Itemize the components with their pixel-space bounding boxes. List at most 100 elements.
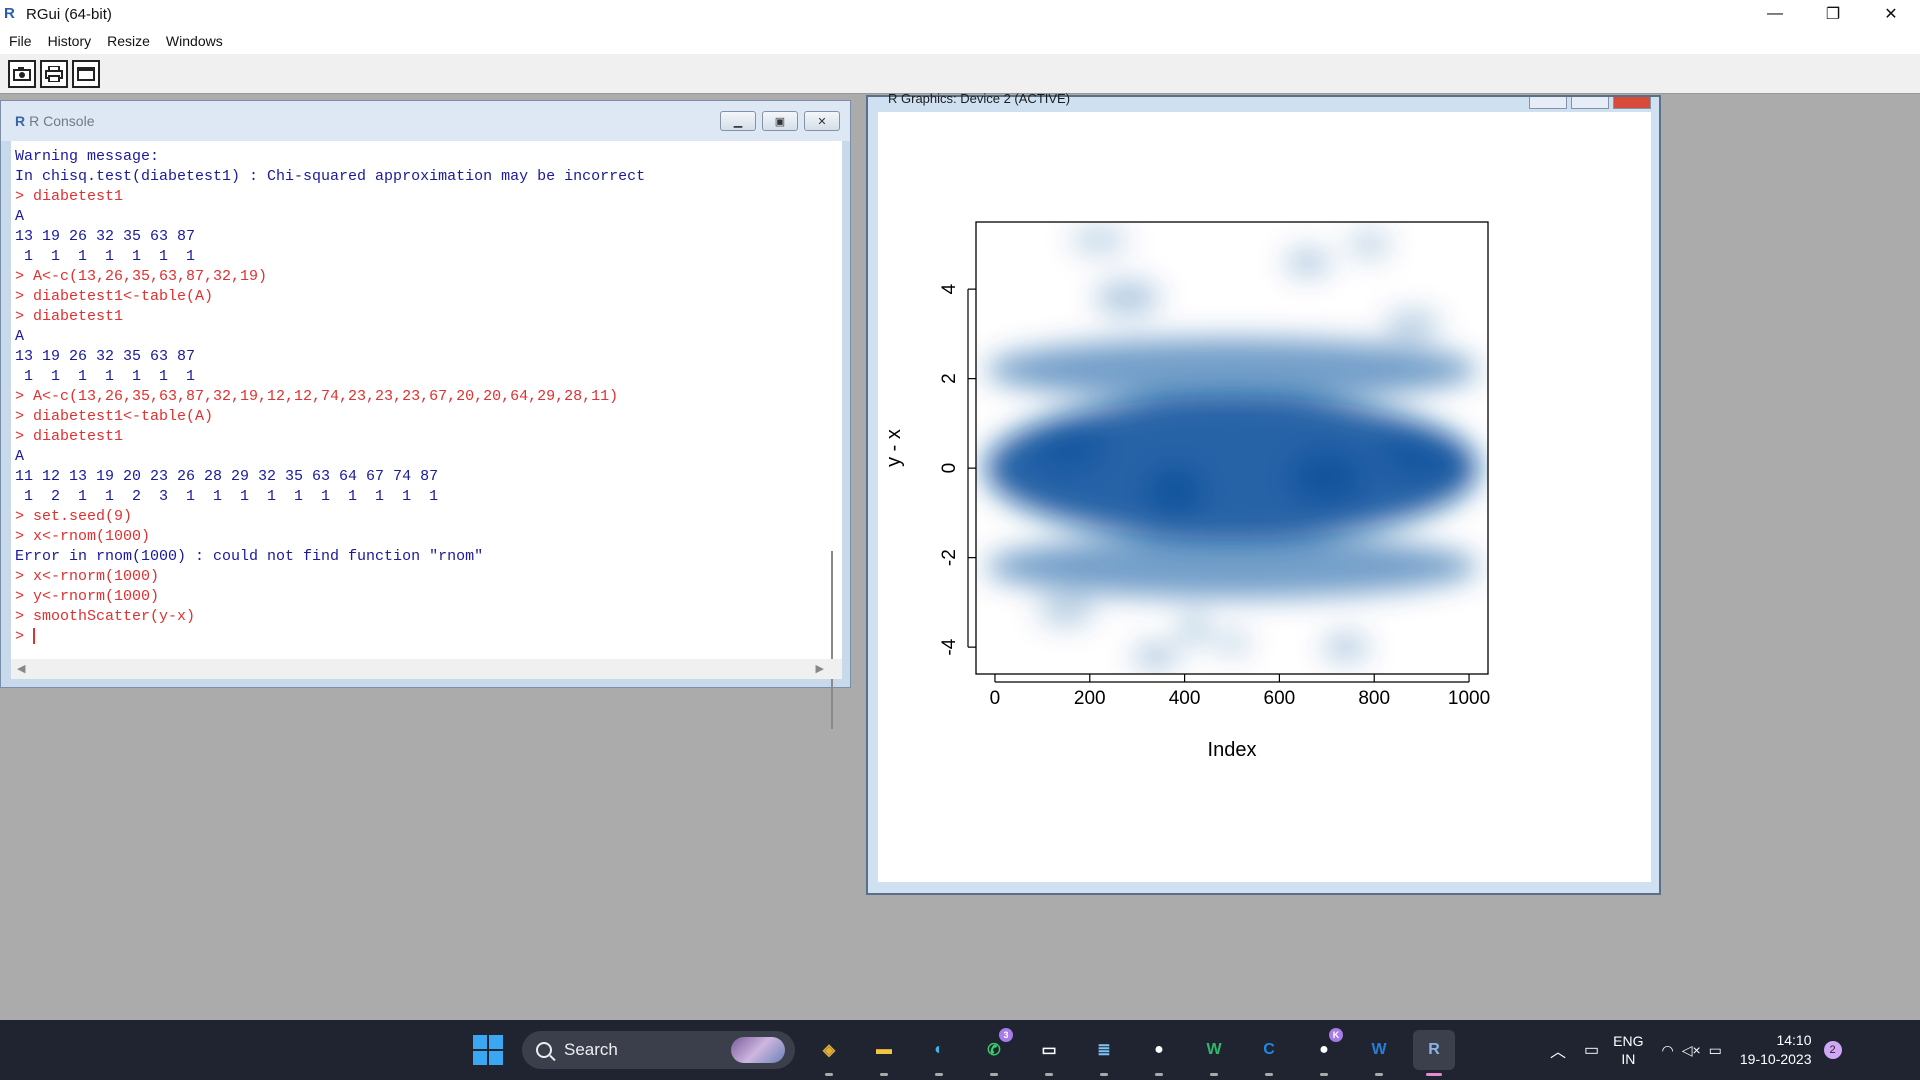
search-label: Search — [564, 1040, 618, 1059]
gallery-app-icon: ◈ — [822, 1042, 836, 1059]
menu-resize[interactable]: Resize — [107, 33, 150, 49]
r-graphics-window[interactable]: R Graphics: Device 2 (ACTIVE) 0 200 400 600… — [866, 91, 1661, 895]
taskbar-app-github-desktop[interactable]: ● K — [1303, 1028, 1345, 1076]
density-blob — [1213, 631, 1251, 654]
search-icon — [536, 1042, 552, 1058]
y-tick-label: -4 — [939, 638, 960, 655]
text-cursor — [33, 628, 36, 645]
display-icon[interactable]: ▭ — [1584, 1040, 1599, 1060]
taskbar-app-rgui[interactable]: R — [1413, 1030, 1455, 1076]
github-desktop-icon: ● — [1319, 1041, 1329, 1058]
console-command-line: > x<-rnorm(1000) — [15, 568, 160, 585]
running-indicator — [1100, 1073, 1108, 1076]
x-axis-title: Index — [1208, 739, 1257, 761]
taskbar-app-whatsapp[interactable]: ✆ 3 — [973, 1028, 1015, 1076]
console-command-line: > smoothScatter(y-x) — [15, 608, 196, 625]
x-tick-label: 200 — [1074, 688, 1106, 709]
app-badge: 3 — [999, 1028, 1013, 1042]
taskbar-app-terminal[interactable]: ▭ — [1028, 1030, 1070, 1076]
taskbar-app-wps-writer[interactable]: W — [1193, 1030, 1235, 1076]
console-title: R Console — [29, 113, 95, 129]
density-blob — [1322, 633, 1370, 661]
density-blob — [1070, 226, 1128, 254]
console-command-line: > A<-c(13,26,35,63,87,32,19,12,12,74,23,… — [15, 388, 619, 405]
taskbar-app-notepad[interactable]: ≣ — [1083, 1030, 1125, 1076]
console-close-button[interactable]: ✕ — [804, 111, 840, 131]
restore-button[interactable]: ❐ — [1804, 0, 1862, 28]
language-indicator[interactable]: ENG IN — [1613, 1032, 1643, 1068]
r-console-window[interactable]: R R Console ▁ ▣ ✕ Warning message: In chi… — [0, 100, 851, 729]
graphics-close-button[interactable] — [1613, 97, 1651, 109]
taskbar-app-github[interactable]: ● — [1138, 1030, 1180, 1076]
console-output-line: 13 19 26 32 35 63 87 — [15, 348, 196, 365]
close-button[interactable]: ✕ — [1862, 0, 1920, 28]
print-icon[interactable] — [40, 59, 68, 88]
taskbar-app-word[interactable]: W — [1358, 1030, 1400, 1076]
lang-top: ENG — [1613, 1033, 1644, 1049]
chevron-up-icon[interactable]: ︿ — [1550, 1038, 1566, 1062]
terminal-icon: ▭ — [1041, 1042, 1057, 1059]
scroll-left-icon[interactable]: ◀ — [17, 662, 25, 675]
window-title: RGui (64-bit) — [26, 5, 112, 23]
whatsapp-icon: ✆ — [987, 1042, 1001, 1059]
clock[interactable]: 14:10 19-10-2023 — [1740, 1031, 1812, 1069]
taskbar: Search ◈ ▬ ◐ ✆ 3 ▭ ≣ ● W C ● K W R ︿ ▭ ENG IN ◠ ◁× ▭ … — [0, 1020, 1920, 1080]
graphics-title: R Graphics: Device 2 (ACTIVE) — [888, 91, 1071, 106]
console-prompt-line[interactable]: > — [15, 627, 822, 647]
wifi-icon[interactable]: ◠ — [1661, 1042, 1673, 1059]
console-output-line: A — [15, 328, 25, 345]
console-command-line: > A<-c(13,26,35,63,87,32,19) — [15, 268, 268, 285]
menu-file[interactable]: File — [9, 33, 32, 49]
taskbar-apps: ◈ ▬ ◐ ✆ 3 ▭ ≣ ● W C ● K W R — [808, 1028, 1455, 1076]
taskbar-app-c-app[interactable]: C — [1248, 1030, 1290, 1076]
graphics-maximize-button[interactable] — [1571, 97, 1609, 109]
taskbar-app-file-explorer[interactable]: ▬ — [863, 1030, 905, 1076]
taskbar-app-gallery-app[interactable]: ◈ — [808, 1030, 850, 1076]
volume-muted-icon[interactable]: ◁× — [1682, 1042, 1701, 1059]
x-tick-label: 400 — [1169, 688, 1201, 709]
console-titlebar[interactable]: R R Console ▁ ▣ ✕ — [1, 101, 850, 141]
running-indicator — [990, 1073, 998, 1076]
console-output-line: In chisq.test(diabetest1) : Chi-squared … — [15, 168, 646, 185]
console-output-line: 11 12 13 19 20 23 26 28 29 32 35 63 64 6… — [15, 468, 439, 485]
y-tick-label: -2 — [939, 549, 960, 566]
menu-history[interactable]: History — [48, 33, 92, 49]
console-command-line: > diabetest1 — [15, 428, 124, 445]
graphics-minimize-button[interactable] — [1529, 97, 1567, 109]
x-tick-label: 800 — [1358, 688, 1390, 709]
github-icon: ● — [1154, 1041, 1164, 1058]
density-blob — [985, 338, 1479, 402]
console-output-line: 1 1 1 1 1 1 1 — [15, 248, 196, 265]
console-output-line: 1 2 1 1 2 3 1 1 1 1 1 1 1 1 1 1 — [15, 488, 439, 505]
camera-icon[interactable] — [8, 59, 36, 88]
c-app-icon: C — [1263, 1041, 1275, 1058]
taskbar-app-edge-browser[interactable]: ◐ — [918, 1030, 960, 1076]
notification-badge[interactable]: 2 — [1823, 1041, 1842, 1059]
scroll-right-icon[interactable]: ▶ — [816, 662, 824, 675]
search-highlight-image — [731, 1037, 785, 1063]
running-indicator — [1375, 1073, 1383, 1076]
console-output-line: A — [15, 448, 25, 465]
wps-writer-icon: W — [1206, 1041, 1222, 1058]
menu-windows[interactable]: Windows — [166, 33, 223, 49]
x-tick-label: 600 — [1264, 688, 1296, 709]
taskbar-search[interactable]: Search — [522, 1031, 795, 1069]
console-output[interactable]: Warning message: In chisq.test(diabetest1… — [11, 141, 822, 659]
scrollbar-thumb[interactable] — [831, 551, 833, 729]
density-blob — [1284, 248, 1332, 276]
console-prompt: > — [15, 628, 34, 645]
console-vertical-scrollbar[interactable] — [822, 141, 842, 729]
x-tick-label: 0 — [990, 688, 1001, 709]
battery-icon[interactable]: ▭ — [1709, 1042, 1722, 1059]
console-horizontal-scrollbar[interactable]: ◀ ▶ — [11, 659, 842, 679]
running-indicator — [1426, 1073, 1442, 1076]
console-maximize-button[interactable]: ▣ — [762, 111, 798, 131]
y-tick-label: 4 — [939, 283, 960, 294]
console-output-line: A — [15, 208, 25, 225]
window-icon[interactable] — [72, 59, 100, 88]
console-command-line: > diabetest1 — [15, 188, 124, 205]
running-indicator — [1265, 1073, 1273, 1076]
console-minimize-button[interactable]: ▁ — [720, 111, 756, 131]
start-button[interactable] — [473, 1035, 503, 1065]
minimize-button[interactable]: — — [1746, 0, 1804, 28]
